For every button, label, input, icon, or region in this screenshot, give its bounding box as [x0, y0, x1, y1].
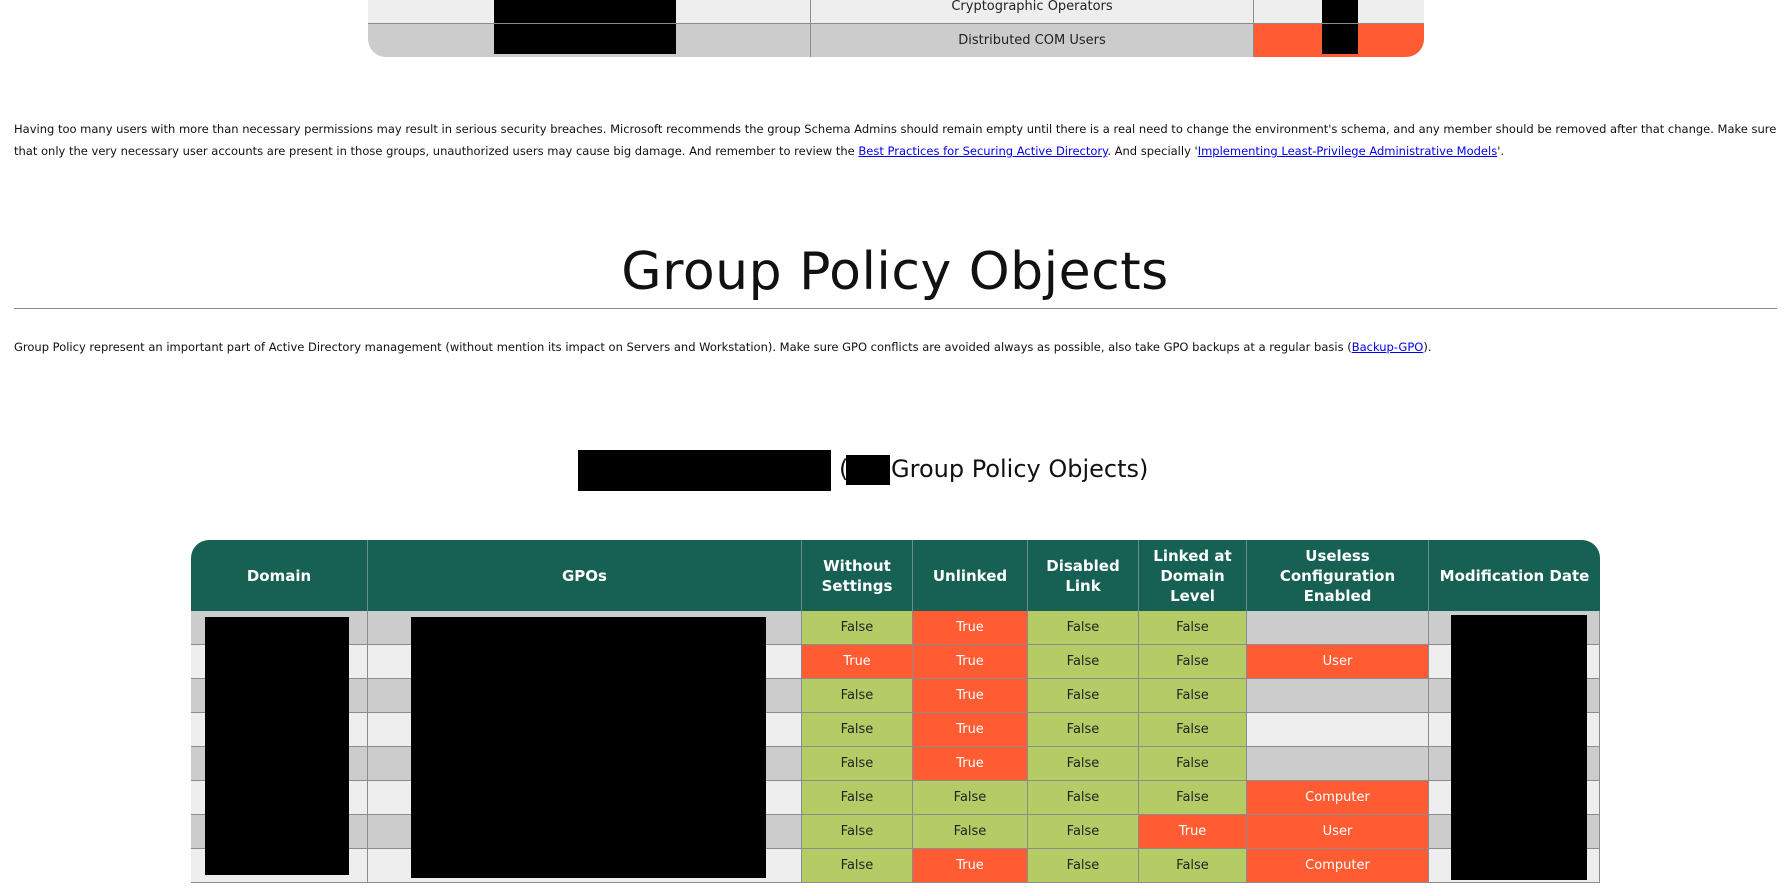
without-settings-cell: False	[802, 713, 913, 747]
privileged-groups-table: Cryptographic Operators Distributed COM …	[368, 0, 1424, 57]
disabled-link-cell: False	[1028, 645, 1139, 679]
disabled-link-cell: False	[1028, 713, 1139, 747]
paragraph-text: . And specially '	[1107, 144, 1198, 158]
useless-config-cell: Computer	[1247, 781, 1429, 815]
table-row: Distributed COM Users	[368, 23, 1424, 57]
redacted-block	[1451, 615, 1587, 880]
unlinked-cell: False	[913, 815, 1028, 849]
unlinked-cell: True	[913, 611, 1028, 645]
without-settings-cell: False	[802, 815, 913, 849]
useless-config-cell	[1247, 611, 1429, 645]
useless-config-cell: Computer	[1247, 849, 1429, 883]
column-header-domain: Domain	[191, 540, 368, 611]
unlinked-cell: True	[913, 849, 1028, 883]
redacted-block	[411, 617, 766, 878]
group-name: Distributed COM Users	[811, 24, 1254, 57]
without-settings-cell: False	[802, 747, 913, 781]
least-privilege-link[interactable]: Implementing Least-Privilege Administrat…	[1198, 144, 1498, 158]
section-divider	[14, 308, 1777, 309]
section-title: Group Policy Objects	[621, 242, 1169, 302]
backup-gpo-link[interactable]: Backup-GPO	[1352, 340, 1424, 354]
redacted-block	[846, 455, 890, 485]
redacted-block	[578, 450, 831, 491]
paragraph-text: '.	[1497, 144, 1505, 158]
redacted-block	[1322, 24, 1358, 54]
useless-config-cell: User	[1247, 645, 1429, 679]
table-row: False False False False Computer	[191, 781, 1600, 815]
linked-domain-cell: True	[1139, 815, 1247, 849]
redacted-block	[205, 617, 349, 875]
disabled-link-cell: False	[1028, 679, 1139, 713]
paragraph-text: Group Policy represent an important part…	[14, 340, 1352, 354]
useless-config-cell	[1247, 679, 1429, 713]
table-row: Cryptographic Operators	[368, 0, 1424, 23]
linked-domain-cell: False	[1139, 679, 1247, 713]
subheading-label: Group Policy Objects)	[891, 455, 1149, 483]
group-name: Cryptographic Operators	[811, 0, 1254, 23]
without-settings-cell: False	[802, 781, 913, 815]
linked-domain-cell: False	[1139, 849, 1247, 883]
paragraph-text: ).	[1423, 340, 1432, 354]
table-row: True True False False User	[191, 645, 1600, 679]
without-settings-cell: True	[802, 645, 913, 679]
redacted-block	[494, 0, 676, 23]
disabled-link-cell: False	[1028, 781, 1139, 815]
table-row: False True False False	[191, 611, 1600, 645]
column-header-modification-date: Modification Date	[1429, 540, 1600, 611]
without-settings-cell: False	[802, 611, 913, 645]
table-row: False True False False	[191, 679, 1600, 713]
linked-domain-cell: False	[1139, 611, 1247, 645]
without-settings-cell: False	[802, 679, 913, 713]
table-row: False True False False Computer	[191, 849, 1600, 883]
linked-domain-cell: False	[1139, 747, 1247, 781]
table-row: False True False False	[191, 713, 1600, 747]
useless-config-cell	[1247, 747, 1429, 781]
column-header-useless-configuration: Useless Configuration Enabled	[1247, 540, 1429, 611]
without-settings-cell: False	[802, 849, 913, 883]
column-header-linked-domain-level: Linked at Domain Level	[1139, 540, 1247, 611]
unlinked-cell: False	[913, 781, 1028, 815]
unlinked-cell: True	[913, 713, 1028, 747]
column-header-disabled-link: Disabled Link	[1028, 540, 1139, 611]
disabled-link-cell: False	[1028, 611, 1139, 645]
linked-domain-cell: False	[1139, 645, 1247, 679]
disabled-link-cell: False	[1028, 747, 1139, 781]
unlinked-cell: True	[913, 747, 1028, 781]
permissions-warning-paragraph: Having too many users with more than nec…	[14, 118, 1779, 162]
column-header-gpos: GPOs	[368, 540, 802, 611]
useless-config-cell: User	[1247, 815, 1429, 849]
best-practices-link[interactable]: Best Practices for Securing Active Direc…	[858, 144, 1107, 158]
disabled-link-cell: False	[1028, 815, 1139, 849]
redacted-block	[494, 24, 676, 54]
column-header-without-settings: Without Settings	[802, 540, 913, 611]
gpo-table: Domain GPOs Without Settings Unlinked Di…	[191, 540, 1600, 895]
gpo-intro-paragraph: Group Policy represent an important part…	[14, 336, 1779, 358]
linked-domain-cell: False	[1139, 713, 1247, 747]
redacted-block	[1322, 0, 1358, 23]
linked-domain-cell: False	[1139, 781, 1247, 815]
column-header-unlinked: Unlinked	[913, 540, 1028, 611]
disabled-link-cell: False	[1028, 849, 1139, 883]
useless-config-cell	[1247, 713, 1429, 747]
table-row: False False False True User	[191, 815, 1600, 849]
table-row: False True False False	[191, 747, 1600, 781]
unlinked-cell: True	[913, 645, 1028, 679]
unlinked-cell: True	[913, 679, 1028, 713]
